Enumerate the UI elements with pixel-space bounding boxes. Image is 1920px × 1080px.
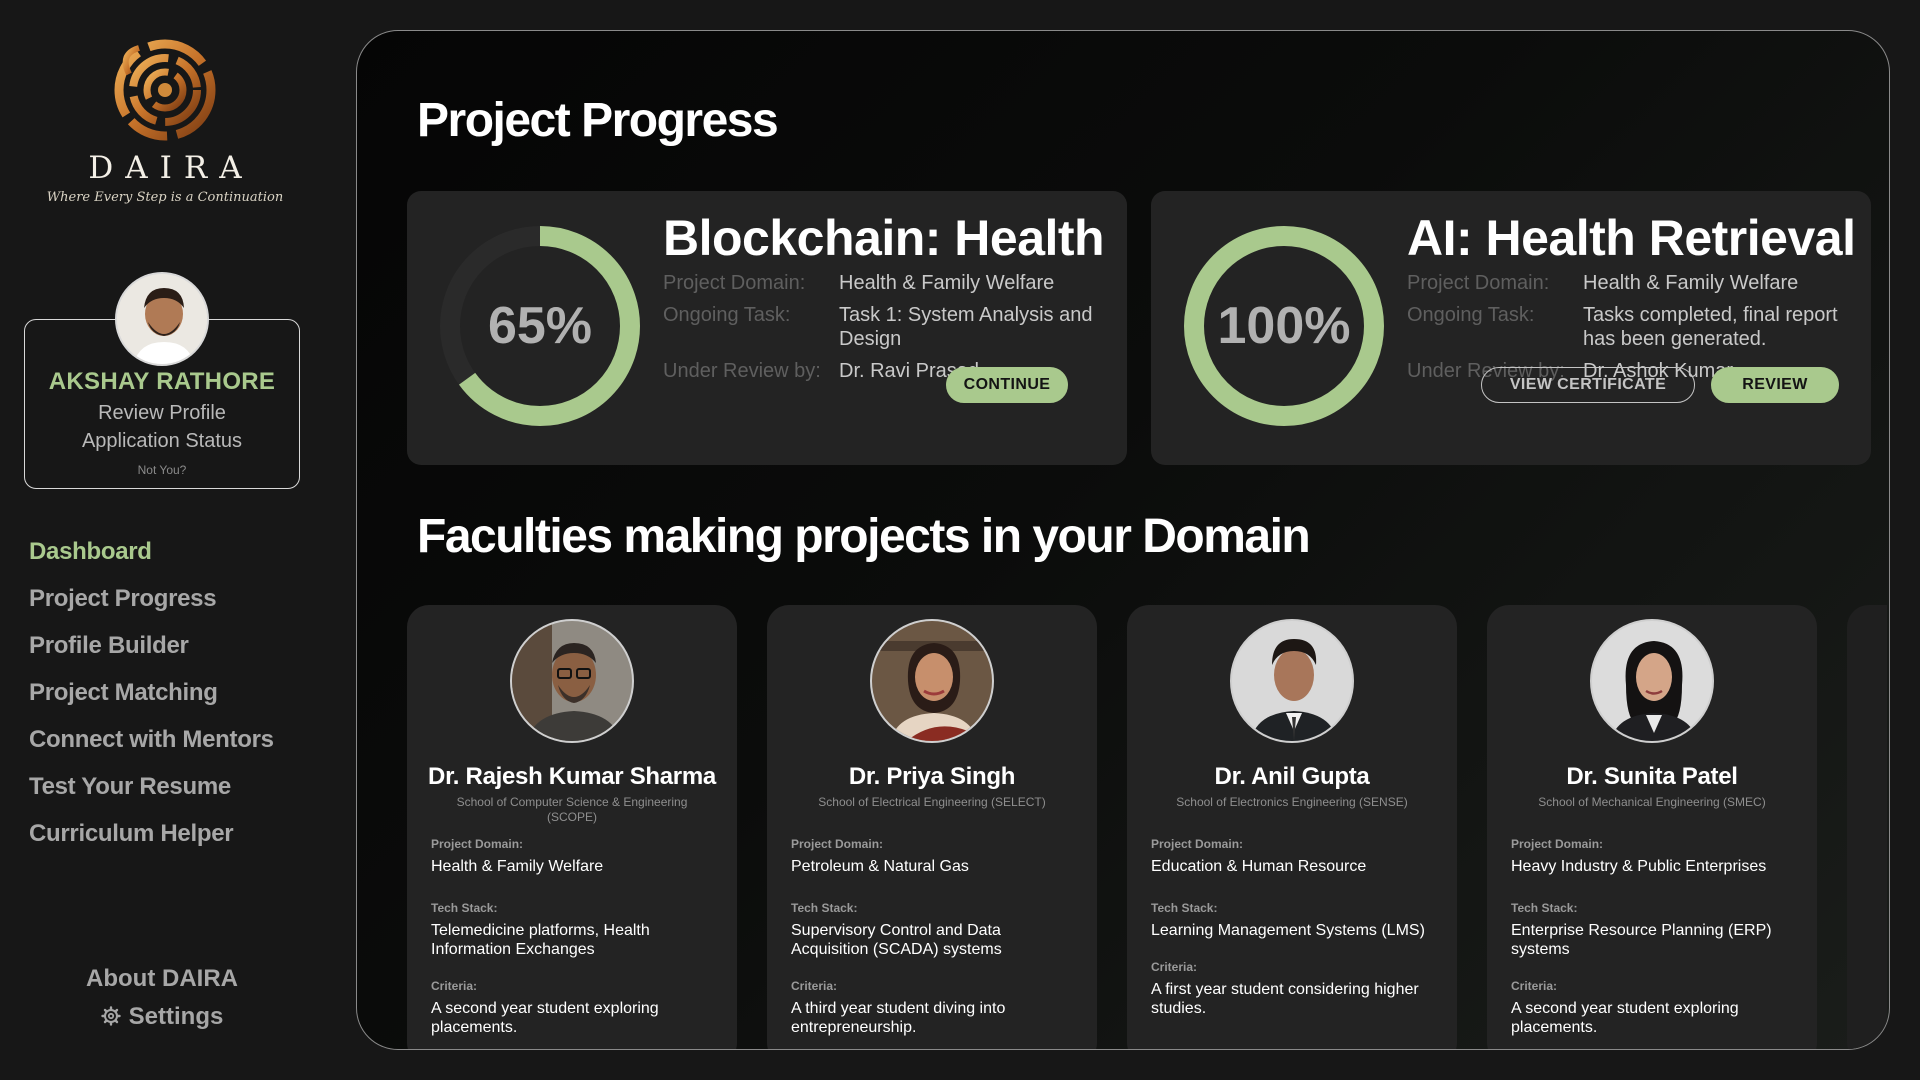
domain-value: Heavy Industry & Public Enterprises — [1511, 858, 1767, 875]
brand-name: DAIRA — [88, 150, 254, 186]
sidebar-item-project-progress[interactable]: Project Progress — [29, 582, 274, 629]
sidebar-item-curriculum-helper[interactable]: Curriculum Helper — [29, 817, 274, 864]
domain-value: Health & Family Welfare — [839, 272, 1055, 294]
application-status-link[interactable]: Application Status — [25, 430, 299, 453]
faculty-details: Project Domain: Petroleum & Natural Gas … — [791, 837, 1081, 1049]
avatar[interactable] — [115, 272, 209, 366]
project-progress-heading: Project Progress — [417, 94, 779, 147]
avatar — [870, 619, 994, 743]
review-button[interactable]: REVIEW — [1711, 367, 1839, 403]
daira-logo-icon — [114, 39, 216, 141]
task-label: Ongoing Task: — [663, 304, 791, 326]
project-title: AI: Health Retrieval — [1407, 210, 1856, 266]
faculty-name: Dr. Priya Singh — [848, 763, 1016, 790]
domain-label: Project Domain: — [1511, 837, 1604, 851]
avatar — [1230, 619, 1354, 743]
tech-label: Tech Stack: — [431, 901, 498, 915]
criteria-value: A second year student exploring placemen… — [431, 1000, 659, 1036]
main-panel: Project Progress 65% Blockchain: Health … — [356, 30, 1890, 1050]
tech-value: Telemedicine platforms, Health Informati… — [431, 922, 650, 958]
tech-label: Tech Stack: — [791, 901, 858, 915]
domain-label: Project Domain: — [791, 837, 884, 851]
faculty-school: School of Electrical Engineering (SELECT… — [818, 795, 1046, 809]
faculty-card[interactable]: Dr. Anil Gupta School of Electronics Eng… — [1127, 605, 1457, 1049]
sidebar-item-profile-builder[interactable]: Profile Builder — [29, 629, 274, 676]
tech-value: Enterprise Resource Planning (ERP) syste… — [1511, 922, 1772, 958]
faculty-name: Dr. Rajesh Kumar Sharma — [428, 763, 716, 790]
faculty-details: Project Domain: Education & Human Resour… — [1151, 837, 1441, 1038]
project-card: 65% Blockchain: Health Project Domain: He… — [407, 191, 1127, 465]
sidebar: DAIRA Where Every Step is a Continuation… — [0, 0, 330, 1080]
faculty-avatar-icon — [872, 621, 992, 741]
about-daira-link[interactable]: About DAIRA — [0, 965, 324, 993]
tech-value: Supervisory Control and Data Acquisition… — [791, 922, 1002, 958]
settings-link[interactable]: Settings — [0, 1003, 324, 1031]
avatar — [1590, 619, 1714, 743]
faculty-school: School of Electronics Engineering (SENSE… — [1176, 795, 1408, 809]
domain-value: Petroleum & Natural Gas — [791, 858, 969, 875]
review-profile-link[interactable]: Review Profile — [25, 402, 299, 425]
criteria-label: Criteria: — [1151, 960, 1198, 974]
faculty-card[interactable]: Dr. Rajesh Kumar Sharma School of Comput… — [407, 605, 737, 1049]
domain-label: Project Domain: — [1407, 272, 1550, 294]
progress-percent: 100% — [1217, 297, 1351, 355]
sidebar-item-connect-with-mentors[interactable]: Connect with Mentors — [29, 723, 274, 770]
view-certificate-button[interactable]: VIEW CERTIFICATE — [1481, 367, 1695, 403]
criteria-value: A first year student considering higher … — [1151, 981, 1419, 1017]
reviewer-label: Under Review by: — [663, 360, 821, 382]
faculty-card[interactable]: Dr. Sunita Patel School of Mechanical En… — [1487, 605, 1817, 1049]
task-value: Tasks completed, final report has been g… — [1583, 304, 1838, 350]
domain-value: Education & Human Resource — [1151, 858, 1367, 875]
settings-label: Settings — [128, 1003, 224, 1030]
sidebar-nav: Dashboard Project Progress Profile Build… — [29, 535, 274, 864]
sidebar-item-test-your-resume[interactable]: Test Your Resume — [29, 770, 274, 817]
user-name: AKSHAY RATHORE — [48, 368, 276, 395]
brand-tagline: Where Every Step is a Continuation — [46, 190, 284, 205]
criteria-value: A third year student diving into entrepr… — [791, 1000, 1006, 1036]
domain-value: Health & Family Welfare — [431, 858, 604, 875]
task-value: Task 1: System Analysis and Design — [839, 304, 1093, 350]
tech-label: Tech Stack: — [1511, 901, 1578, 915]
domain-label: Project Domain: — [431, 837, 524, 851]
criteria-label: Criteria: — [1511, 979, 1558, 993]
domain-value: Health & Family Welfare — [1583, 272, 1799, 294]
not-you-link[interactable]: Not You? — [25, 463, 299, 477]
faculty-card-next-peek[interactable] — [1847, 605, 1887, 1049]
faculty-school: School of Computer Science & Engineering… — [456, 795, 688, 824]
avatar — [510, 619, 634, 743]
continue-button[interactable]: CONTINUE — [946, 367, 1068, 403]
task-label: Ongoing Task: — [1407, 304, 1535, 326]
sidebar-item-dashboard[interactable]: Dashboard — [29, 535, 274, 582]
domain-label: Project Domain: — [663, 272, 806, 294]
project-title: Blockchain: Health — [663, 210, 1105, 266]
domain-label: Project Domain: — [1151, 837, 1244, 851]
user-avatar-icon — [117, 274, 207, 364]
faculty-name: Dr. Sunita Patel — [1566, 763, 1738, 790]
faculty-avatar-icon — [512, 621, 632, 741]
criteria-value: A second year student exploring placemen… — [1511, 1000, 1739, 1036]
faculty-details: Project Domain: Health & Family Welfare … — [431, 837, 721, 1049]
project-card: 100% AI: Health Retrieval Project Domain… — [1151, 191, 1871, 465]
criteria-label: Criteria: — [431, 979, 478, 993]
faculty-name: Dr. Anil Gupta — [1214, 763, 1370, 790]
tech-value: Learning Management Systems (LMS) — [1151, 922, 1425, 939]
faculties-heading: Faculties making projects in your Domain — [417, 510, 1311, 563]
faculty-avatar-icon — [1232, 621, 1352, 741]
gear-icon — [100, 1006, 121, 1026]
faculty-details: Project Domain: Heavy Industry & Public … — [1511, 837, 1801, 1049]
logo[interactable]: DAIRA Where Every Step is a Continuation — [30, 34, 300, 205]
tech-label: Tech Stack: — [1151, 901, 1218, 915]
criteria-label: Criteria: — [791, 979, 838, 993]
sidebar-item-project-matching[interactable]: Project Matching — [29, 676, 274, 723]
faculty-school: School of Mechanical Engineering (SMEC) — [1538, 795, 1766, 809]
faculty-avatar-icon — [1592, 621, 1712, 741]
progress-percent: 65% — [487, 297, 593, 355]
faculty-card[interactable]: Dr. Priya Singh School of Electrical Eng… — [767, 605, 1097, 1049]
